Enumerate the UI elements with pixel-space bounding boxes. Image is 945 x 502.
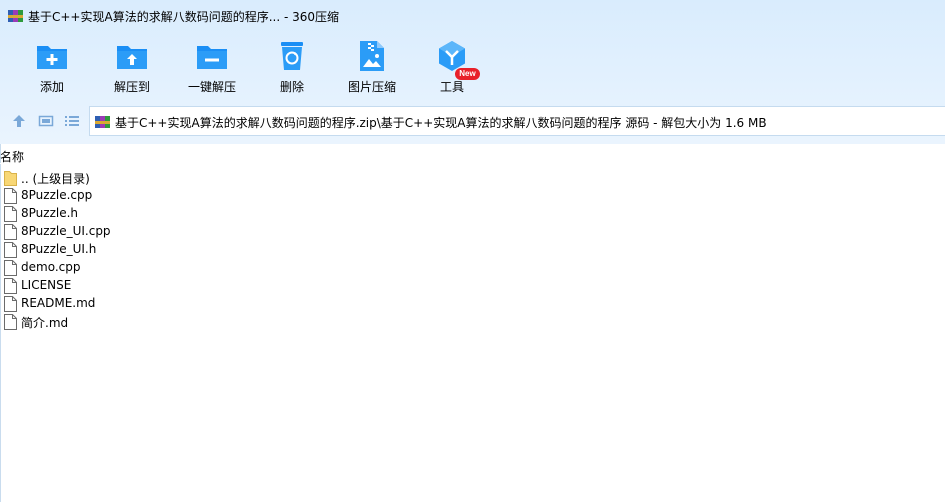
archive-icon	[95, 116, 110, 128]
file-icon	[4, 296, 17, 312]
add-label: 添加	[39, 80, 64, 94]
tools-label: 工具	[439, 80, 464, 94]
list-item-parent-dir[interactable]: .. (上级目录)	[4, 169, 304, 187]
list-item-label: 8Puzzle_UI.h	[21, 242, 97, 256]
up-arrow-icon[interactable]	[11, 113, 27, 129]
extract-folder-icon	[117, 46, 147, 69]
new-badge: New	[455, 68, 480, 80]
one-click-extract-icon	[197, 46, 227, 69]
file-icon	[4, 188, 17, 204]
archive-path: 基于C++实现A算法的求解八数码问题的程序.zip\基于C++实现A算法的求解八…	[115, 116, 767, 130]
list-item[interactable]: 8Puzzle.h	[4, 205, 304, 223]
extract-to-label: 解压到	[113, 80, 150, 94]
list-item[interactable]: 8Puzzle_UI.cpp	[4, 223, 304, 241]
image-compress-icon	[360, 41, 384, 71]
list-item[interactable]: 8Puzzle.cpp	[4, 187, 304, 205]
thumbnail-view-icon[interactable]	[38, 113, 54, 129]
file-icon	[4, 206, 17, 222]
list-item-label: 8Puzzle.cpp	[21, 188, 93, 202]
navigation-bar: 基于C++实现A算法的求解八数码问题的程序.zip\基于C++实现A算法的求解八…	[0, 106, 945, 136]
extract-to-button[interactable]: 解压到	[92, 36, 172, 100]
toolbar: 添加 解压到 一键解压 删除 图片压缩 工具 New	[0, 36, 945, 100]
list-item-label: 8Puzzle.h	[21, 206, 78, 220]
top-panel: 基于C++实现A算法的求解八数码问题的程序... - 360压缩 添加 解压到	[0, 0, 945, 144]
add-button[interactable]: 添加	[12, 36, 92, 100]
list-item-label: demo.cpp	[21, 260, 81, 274]
image-compress-button[interactable]: 图片压缩	[332, 36, 412, 100]
file-icon	[4, 242, 17, 258]
list-item-label: .. (上级目录)	[21, 172, 90, 186]
winrar-books-icon	[8, 10, 23, 22]
window-title: 基于C++实现A算法的求解八数码问题的程序... - 360压缩	[28, 10, 340, 24]
file-icon	[4, 224, 17, 240]
title-bar[interactable]: 基于C++实现A算法的求解八数码问题的程序... - 360压缩	[0, 0, 945, 32]
list-item-label: LICENSE	[21, 278, 72, 292]
list-item-label: 8Puzzle_UI.cpp	[21, 224, 111, 238]
tools-button[interactable]: 工具	[412, 36, 492, 100]
file-icon	[4, 314, 17, 330]
list-item[interactable]: demo.cpp	[4, 259, 304, 277]
list-item[interactable]: 简介.md	[4, 313, 304, 331]
recycle-bin-icon	[281, 42, 303, 70]
file-icon	[4, 278, 17, 294]
file-icon	[4, 260, 17, 276]
folder-icon	[4, 171, 17, 186]
one-click-extract-button[interactable]: 一键解压	[172, 36, 252, 100]
list-item[interactable]: 8Puzzle_UI.h	[4, 241, 304, 259]
header-divider	[0, 163, 945, 164]
list-item[interactable]: README.md	[4, 295, 304, 313]
address-bar[interactable]: 基于C++实现A算法的求解八数码问题的程序.zip\基于C++实现A算法的求解八…	[89, 106, 945, 136]
image-compress-label: 图片压缩	[347, 80, 396, 94]
one-click-extract-label: 一键解压	[187, 80, 236, 94]
list-item-label: 简介.md	[21, 316, 69, 330]
panel-border	[0, 144, 1, 502]
file-list: .. (上级目录) 8Puzzle.cpp 8Puzzle.h 8Puzzle_…	[4, 169, 304, 331]
delete-label: 删除	[279, 80, 304, 94]
list-view-icon[interactable]	[64, 113, 80, 129]
add-folder-icon	[37, 46, 67, 69]
delete-button[interactable]: 删除	[252, 36, 332, 100]
list-item[interactable]: LICENSE	[4, 277, 304, 295]
list-item-label: README.md	[21, 296, 96, 310]
